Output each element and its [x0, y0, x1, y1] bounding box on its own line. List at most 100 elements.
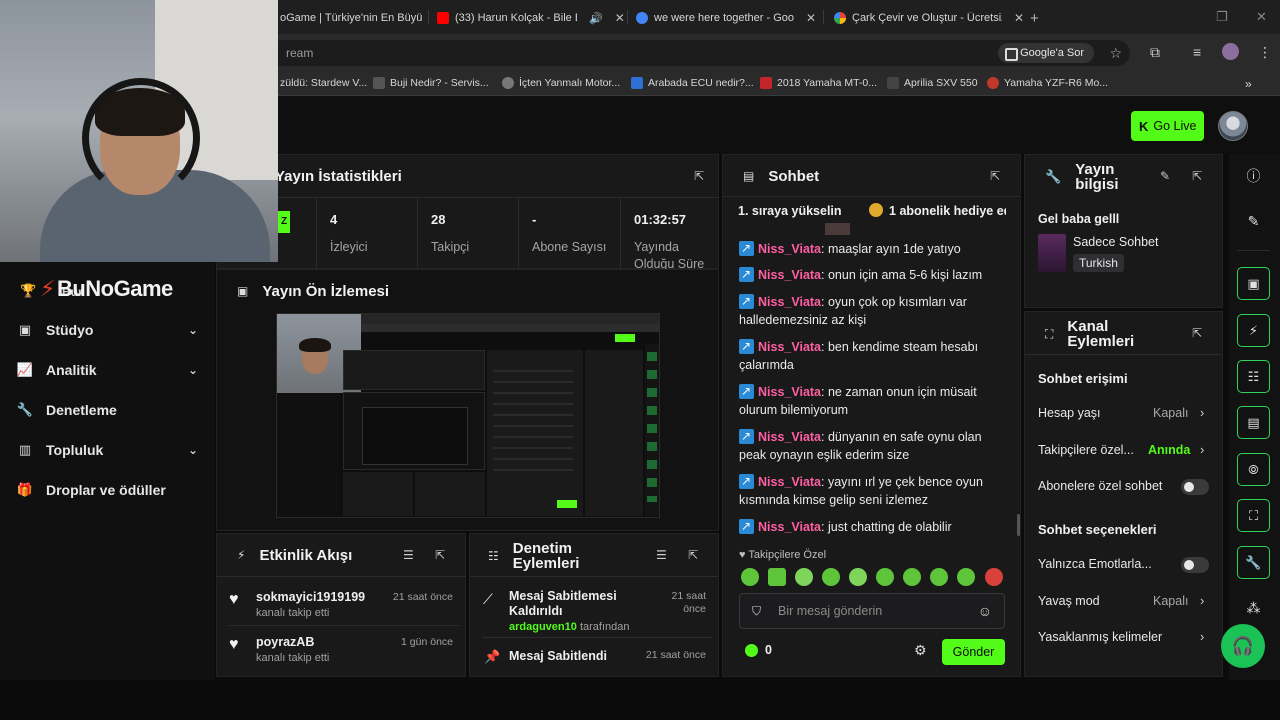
- emote-icon[interactable]: [795, 568, 813, 586]
- bolt-icon: ⚡: [1248, 322, 1259, 338]
- user-avatar[interactable]: [1218, 111, 1248, 141]
- chat-message[interactable]: Niss_Viata: maaşlar ayın 1de yatıyo: [739, 239, 1009, 258]
- bookmark-item[interactable]: İçten Yanmalı Motor...: [502, 77, 620, 89]
- chat-message[interactable]: Niss_Viata: ne zaman onun için müsait ol…: [739, 382, 1009, 419]
- expand-icon[interactable]: ⇱: [1192, 169, 1202, 183]
- emote-icon[interactable]: [930, 568, 948, 586]
- google-lens-button[interactable]: Google'a Sor: [998, 43, 1094, 63]
- filter-icon[interactable]: ☰: [656, 548, 667, 562]
- gear-icon[interactable]: ⚙: [914, 642, 927, 659]
- expand-icon[interactable]: ⇱: [1192, 326, 1202, 340]
- close-tab-icon[interactable]: ✕: [1014, 11, 1024, 25]
- browser-tab-youtube[interactable]: (33) Harun Kolçak - Bile Bile 🔊 ✕: [437, 6, 627, 30]
- followers-only-row[interactable]: Takipçilere özel... Anında ›: [1038, 442, 1210, 461]
- edit-icon[interactable]: ✎: [1160, 169, 1170, 183]
- profile-icon[interactable]: [1222, 43, 1239, 60]
- stats-card-title: Yayın İstatistikleri: [275, 167, 402, 185]
- bookmark-item[interactable]: Buji Nedir? - Servis...: [373, 77, 489, 89]
- address-bar[interactable]: ream Google'a Sor ☆: [270, 40, 1130, 66]
- bookmark-item[interactable]: Yamaha YZF-R6 Mo...: [987, 77, 1108, 89]
- browser-menu-icon[interactable]: ⋮: [1258, 44, 1272, 61]
- extensions-icon[interactable]: ⧉: [1150, 44, 1160, 61]
- chat-message[interactable]: Niss_Viata: dünyanın en safe oynu olan p…: [739, 427, 1009, 464]
- bookmark-item[interactable]: 2018 Yamaha MT-0...: [760, 77, 877, 89]
- sidebar-item-moderation[interactable]: 🔧 Denetleme: [17, 397, 198, 423]
- emote-icon[interactable]: [903, 568, 921, 586]
- sidebar-item-community[interactable]: ▥ Topluluk ⌄: [18, 437, 198, 463]
- stream-category[interactable]: Sadece Sohbet: [1073, 235, 1159, 249]
- emote-icon[interactable]: [768, 568, 786, 586]
- chat-message[interactable]: Niss_Viata: ben kendime steam hesabı çal…: [739, 337, 1009, 374]
- preview-toggle-button[interactable]: ▣: [1237, 267, 1270, 300]
- emote-icon[interactable]: [985, 568, 1003, 586]
- modlog-by: ardaguven10 tarafından: [509, 621, 629, 633]
- webcam-headphones: [82, 78, 200, 198]
- bookmark-item[interactable]: Arabada ECU nedir?...: [631, 77, 754, 89]
- account-age-row[interactable]: Hesap yaşı Kapalı ›: [1038, 405, 1210, 424]
- activity-username[interactable]: poyrazAB: [256, 635, 314, 649]
- emote-icon[interactable]: [822, 568, 840, 586]
- edit-icon[interactable]: ✎: [1237, 205, 1270, 238]
- modlog-username[interactable]: ardaguven10: [509, 621, 577, 633]
- bookmark-item[interactable]: Aprilia SXV 550: [887, 77, 978, 89]
- chat-scrollbar[interactable]: [1017, 514, 1020, 536]
- sidebar-item-analytics[interactable]: 📈 Analitik ⌄: [17, 357, 198, 383]
- bookmark-star-icon[interactable]: ☆: [1109, 40, 1122, 66]
- modlog-toggle-button[interactable]: ☷: [1237, 360, 1270, 393]
- emoji-icon[interactable]: ☺: [978, 594, 992, 628]
- vip-badge-icon: [739, 292, 754, 310]
- bookmark-item[interactable]: züldü: Stardew V...: [280, 77, 367, 89]
- subscribers-only-toggle[interactable]: [1181, 479, 1209, 495]
- expand-icon[interactable]: ⇱: [688, 548, 698, 562]
- expand-icon[interactable]: ⇱: [694, 169, 704, 183]
- activity-action: kanalı takip etti: [256, 607, 330, 619]
- emote-icon[interactable]: [741, 568, 759, 586]
- broadcast-toggle-button[interactable]: ⦾: [1237, 453, 1270, 486]
- channel-points-icon[interactable]: [745, 644, 758, 657]
- browser-tab-kick[interactable]: oGame | Türkiye'nin En Büyü: [280, 6, 428, 30]
- send-button[interactable]: Gönder: [942, 639, 1005, 665]
- activity-username[interactable]: sokmayici1919199: [256, 590, 365, 604]
- more-bookmarks-icon[interactable]: »: [1245, 77, 1252, 91]
- sidebar-item-studio[interactable]: ▣ Stüdyo ⌄: [18, 317, 198, 343]
- reading-list-icon[interactable]: ≡: [1193, 44, 1201, 60]
- emote-icon[interactable]: [957, 568, 975, 586]
- chat-toggle-button[interactable]: ▤: [1237, 406, 1270, 439]
- sidebar-item-drops[interactable]: 🎁 Droplar ve ödüller: [17, 477, 198, 503]
- language-tag[interactable]: Turkish: [1073, 254, 1124, 272]
- modlog-card-header: ☷ Denetim Eylemleri: [470, 534, 718, 578]
- activity-card-header: ⚡ Etkinlik Akışı: [217, 534, 465, 576]
- go-live-button[interactable]: K Go Live: [1131, 111, 1204, 141]
- chat-message[interactable]: Niss_Viata: oyun çok op kısımları var ha…: [739, 292, 1009, 329]
- activity-toggle-button[interactable]: ⚡: [1237, 314, 1270, 347]
- chat-message[interactable]: Niss_Viata: onun için ama 5-6 kişi lazım: [739, 265, 1009, 284]
- bookmark-favicon: [631, 77, 643, 89]
- close-window-icon[interactable]: ✕: [1256, 9, 1267, 25]
- restore-window-icon[interactable]: ❐: [1216, 9, 1228, 25]
- chat-message-input[interactable]: ⛉ Bir mesaj gönderin ☺: [739, 593, 1005, 629]
- filter-icon[interactable]: ☰: [403, 548, 414, 562]
- chat-message[interactable]: Niss_Viata: just chatting de olabilir: [739, 517, 1009, 536]
- slow-mode-row[interactable]: Yavaş mod Kapalı ›: [1038, 593, 1210, 612]
- stream-preview-video[interactable]: [276, 313, 660, 518]
- support-button[interactable]: 🎧: [1221, 624, 1265, 668]
- info-icon[interactable]: ⓘ: [1237, 159, 1270, 192]
- stream-info-toggle-button[interactable]: 🔧: [1237, 546, 1270, 579]
- browser-tab-wheel[interactable]: Çark Çevir ve Oluştur - Ücretsiz ✕: [834, 6, 1024, 30]
- expand-icon[interactable]: ⇱: [990, 169, 1000, 183]
- close-tab-icon[interactable]: ✕: [615, 11, 625, 25]
- share-icon[interactable]: ⁂: [1237, 592, 1270, 625]
- close-tab-icon[interactable]: ✕: [806, 11, 816, 25]
- chat-message[interactable]: Niss_Viata: yayını ırl ye çek bence oyun…: [739, 472, 1009, 509]
- banned-words-row[interactable]: Yasaklanmış kelimeler ›: [1038, 629, 1210, 648]
- new-tab-button[interactable]: +: [1030, 6, 1039, 30]
- emote-only-toggle[interactable]: [1181, 557, 1209, 573]
- channel-actions-toggle-button[interactable]: ⛶: [1237, 499, 1270, 532]
- vip-badge-icon: [739, 382, 754, 400]
- emote-icon[interactable]: [876, 568, 894, 586]
- expand-icon[interactable]: ⇱: [435, 548, 445, 562]
- studio-icon: ▣: [18, 322, 32, 337]
- chat-ticker[interactable]: 1. sıraya yükselin 1 abonelik hediye ede: [738, 200, 1006, 224]
- browser-tab-google[interactable]: we were here together - Google ✕: [636, 6, 821, 30]
- emote-icon[interactable]: [849, 568, 867, 586]
